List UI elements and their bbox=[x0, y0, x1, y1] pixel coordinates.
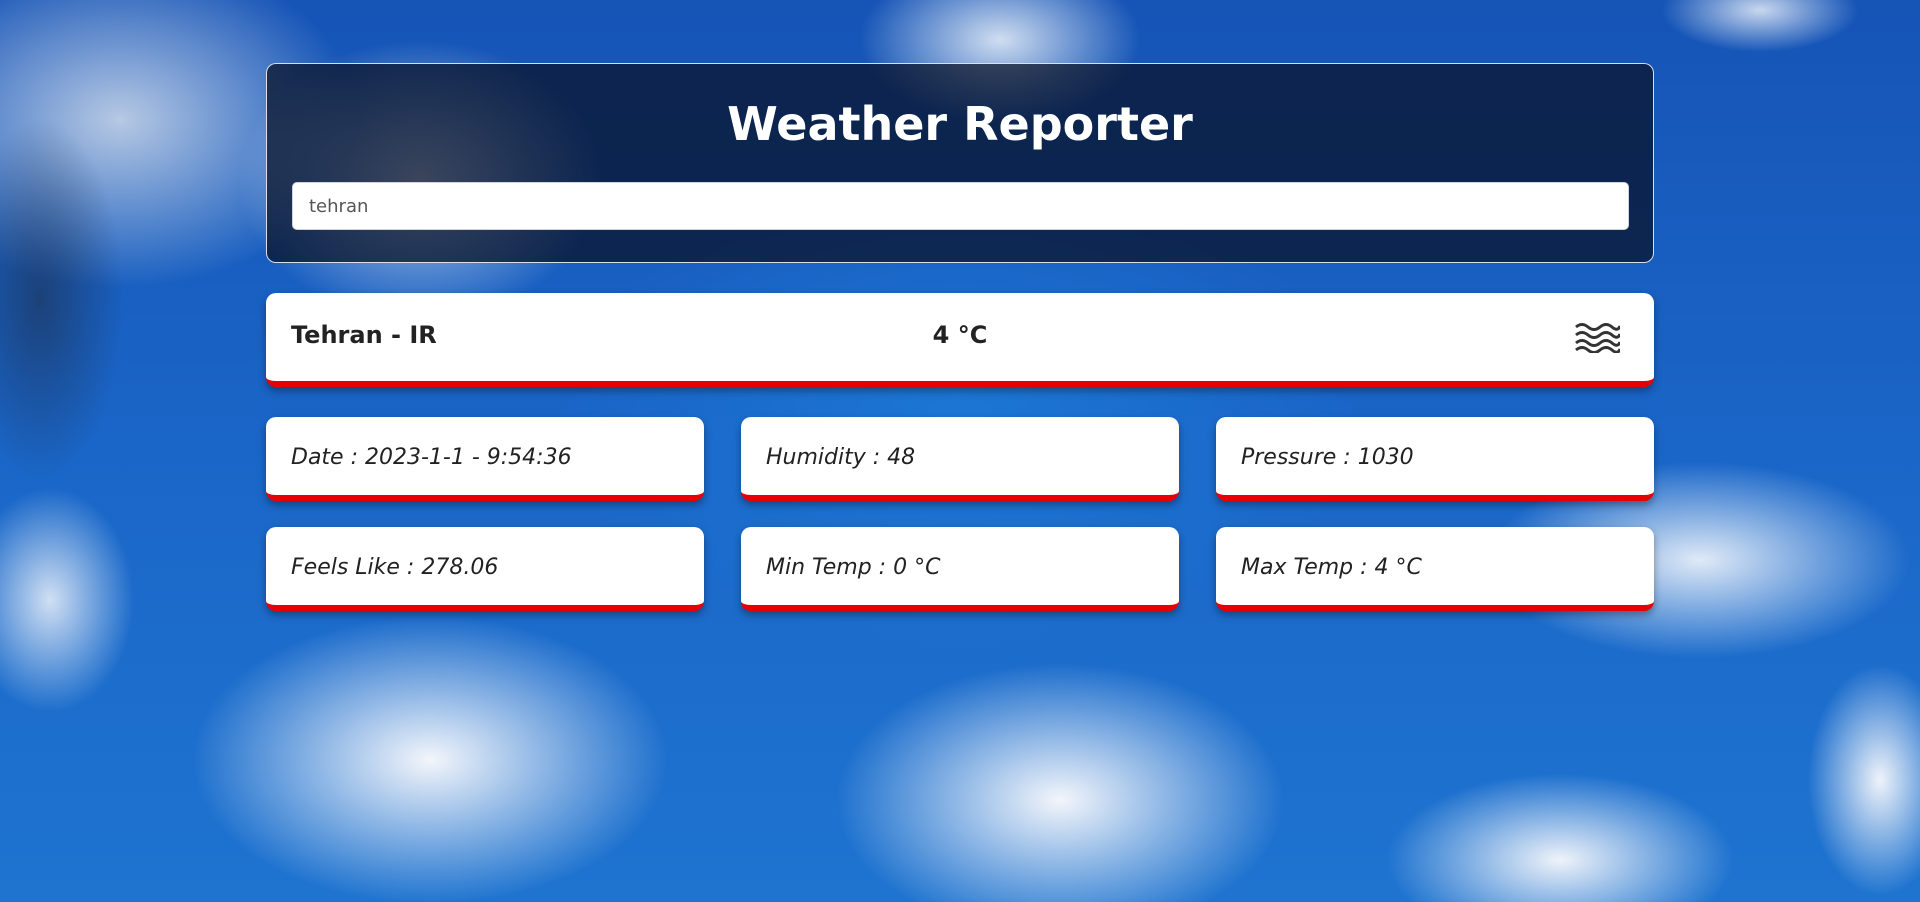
mist-icon bbox=[1575, 323, 1620, 353]
page-title: Weather Reporter bbox=[727, 97, 1193, 151]
weather-app: Weather Reporter Tehran - IR 4 °C Date :… bbox=[266, 63, 1654, 611]
current-weather-card: Tehran - IR 4 °C bbox=[266, 293, 1654, 387]
date-card: Date : 2023-1-1 - 9:54:36 bbox=[266, 417, 704, 501]
city-name: Tehran - IR bbox=[291, 321, 437, 349]
humidity-card: Humidity : 48 bbox=[741, 417, 1179, 501]
pressure-card: Pressure : 1030 bbox=[1216, 417, 1654, 501]
feels-like-card: Feels Like : 278.06 bbox=[266, 527, 704, 611]
current-temperature: 4 °C bbox=[932, 321, 988, 349]
max-temp-card: Max Temp : 4 °C bbox=[1216, 527, 1654, 611]
header-panel: Weather Reporter bbox=[266, 63, 1654, 263]
weather-details-grid: Date : 2023-1-1 - 9:54:36 Humidity : 48 … bbox=[266, 417, 1654, 611]
city-search-input[interactable] bbox=[292, 182, 1629, 230]
min-temp-card: Min Temp : 0 °C bbox=[741, 527, 1179, 611]
